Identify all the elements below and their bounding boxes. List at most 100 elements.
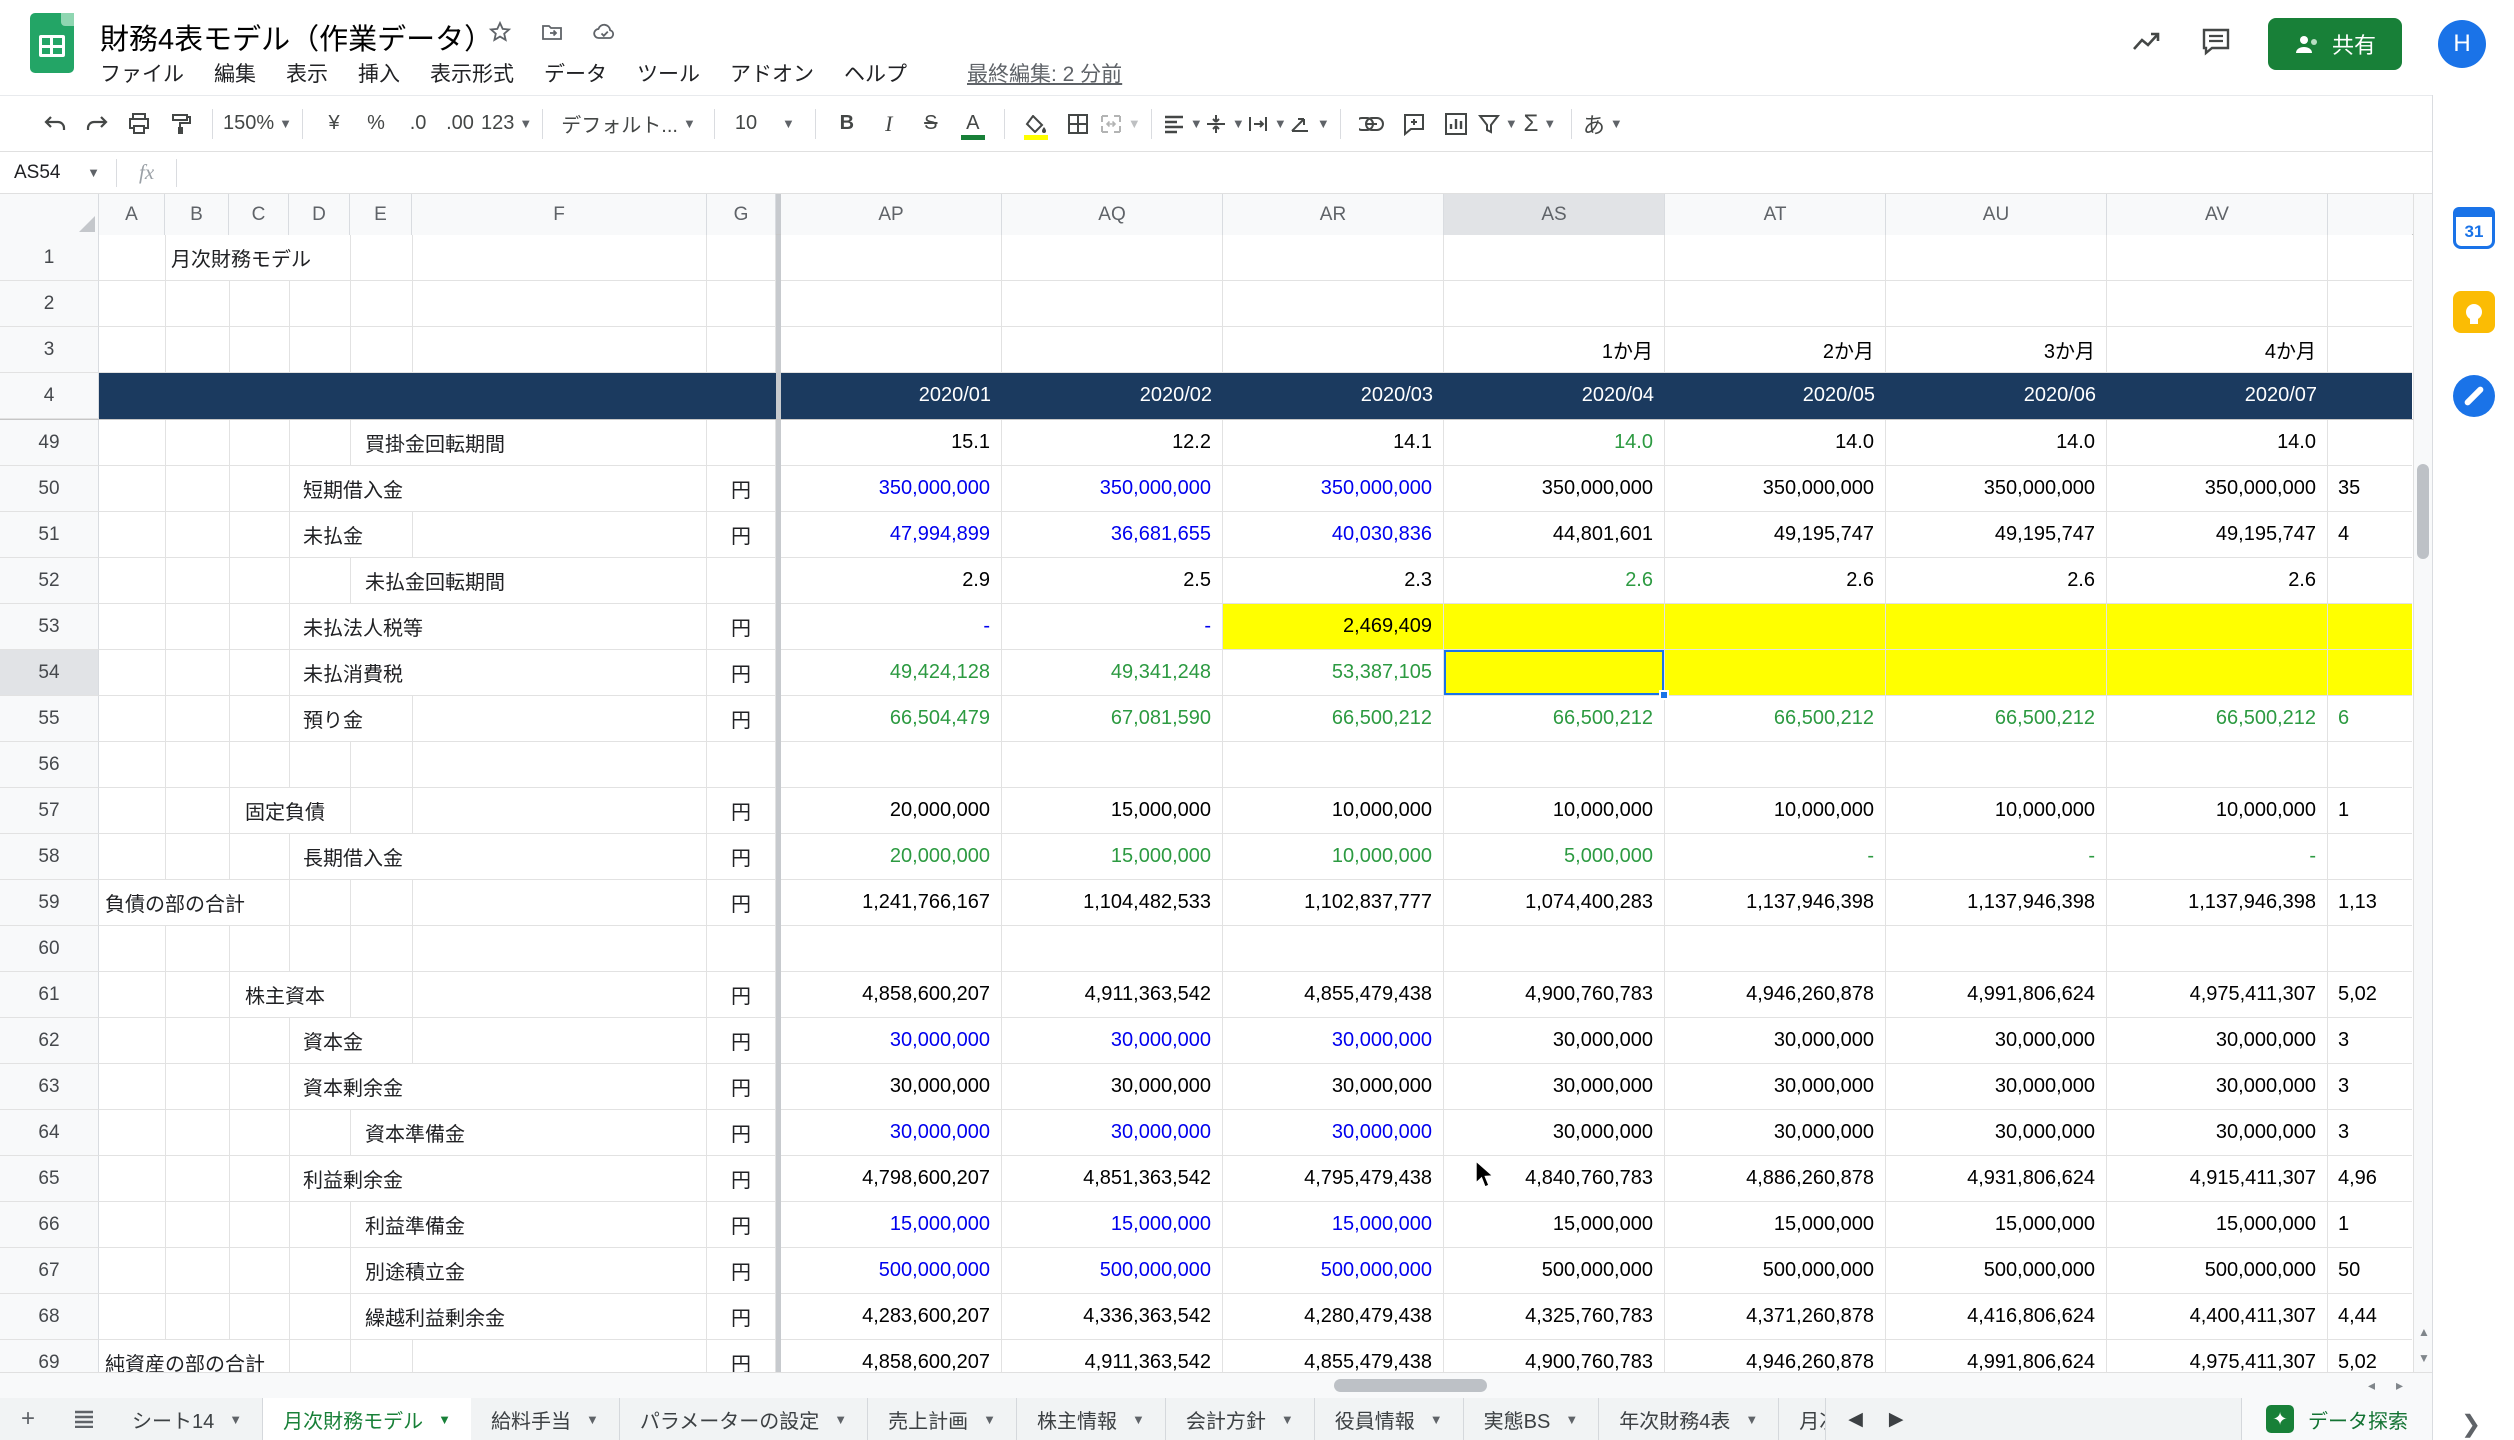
- row-header-62[interactable]: 62: [0, 1018, 99, 1064]
- all-sheets-button[interactable]: [56, 1398, 112, 1440]
- cell-AR4[interactable]: 2020/03: [1223, 373, 1444, 419]
- cell-AV60[interactable]: [2107, 926, 2328, 972]
- cell-AU62[interactable]: 30,000,000: [1886, 1018, 2107, 1064]
- cell-AW57-partial[interactable]: 1: [2328, 788, 2412, 834]
- cell-AW49-partial[interactable]: [2328, 420, 2412, 466]
- unit-cell[interactable]: [707, 420, 776, 466]
- row-label-cell[interactable]: [99, 281, 707, 327]
- cell-AV69[interactable]: 4,975,411,307: [2107, 1340, 2328, 1373]
- column-header-AT[interactable]: AT: [1665, 194, 1886, 235]
- sheet-tab-8[interactable]: 役員情報▼: [1315, 1398, 1464, 1440]
- row-header-64[interactable]: 64: [0, 1110, 99, 1156]
- cell-AP58[interactable]: 20,000,000: [781, 834, 1002, 880]
- document-title[interactable]: 財務4表モデル（作業データ）: [100, 16, 493, 58]
- cell-AW67-partial[interactable]: 50: [2328, 1248, 2412, 1294]
- sheet-tab-1[interactable]: シート14▼: [112, 1398, 263, 1440]
- cell-AV59[interactable]: 1,137,946,398: [2107, 880, 2328, 926]
- move-folder-icon[interactable]: [540, 20, 564, 49]
- cell-AS60[interactable]: [1444, 926, 1665, 972]
- cell-AV61[interactable]: 4,975,411,307: [2107, 972, 2328, 1018]
- row-label-cell[interactable]: [99, 742, 707, 788]
- column-header-E[interactable]: E: [350, 194, 412, 235]
- menu-tools[interactable]: ツール: [637, 58, 700, 88]
- cell-AS66[interactable]: 15,000,000: [1444, 1202, 1665, 1248]
- cell-AU67[interactable]: 500,000,000: [1886, 1248, 2107, 1294]
- share-button[interactable]: 共有: [2268, 18, 2402, 70]
- cell-AP51[interactable]: 47,994,899: [781, 512, 1002, 558]
- filter-button[interactable]: ▼: [1477, 103, 1519, 145]
- sheet-tab-2[interactable]: 月次財務モデル▼: [263, 1398, 471, 1440]
- cell-AU54[interactable]: [1886, 650, 2107, 696]
- keep-icon[interactable]: [2453, 291, 2495, 333]
- cell-AS58[interactable]: 5,000,000: [1444, 834, 1665, 880]
- scroll-right-icon[interactable]: ▸: [2396, 1377, 2403, 1394]
- cell-AT59[interactable]: 1,137,946,398: [1665, 880, 1886, 926]
- cell-AV67[interactable]: 500,000,000: [2107, 1248, 2328, 1294]
- cell-AR54[interactable]: 53,387,105: [1223, 650, 1444, 696]
- cell-AQ68[interactable]: 4,336,363,542: [1002, 1294, 1223, 1340]
- tab-scroll-right-icon[interactable]: ▶: [1889, 1408, 1904, 1431]
- cell-AV52[interactable]: 2.6: [2107, 558, 2328, 604]
- more-formats-button[interactable]: 123▼: [481, 103, 532, 145]
- sheet-tab-menu-icon[interactable]: ▼: [1132, 1412, 1145, 1427]
- sheet-tab-4[interactable]: パラメーターの設定▼: [620, 1398, 868, 1440]
- name-box[interactable]: AS54▼: [0, 162, 108, 184]
- row-header-68[interactable]: 68: [0, 1294, 99, 1340]
- cell-AW65-partial[interactable]: 4,96: [2328, 1156, 2412, 1202]
- cell-AQ52[interactable]: 2.5: [1002, 558, 1223, 604]
- column-header-AU[interactable]: AU: [1886, 194, 2107, 235]
- cell-AS59[interactable]: 1,074,400,283: [1444, 880, 1665, 926]
- cell-AV56[interactable]: [2107, 742, 2328, 788]
- cell-AV55[interactable]: 66,500,212: [2107, 696, 2328, 742]
- cell-AP52[interactable]: 2.9: [781, 558, 1002, 604]
- cell-AV49[interactable]: 14.0: [2107, 420, 2328, 466]
- cell-AS49[interactable]: 14.0: [1444, 420, 1665, 466]
- vertical-scrollbar[interactable]: ▲ ▼: [2413, 194, 2432, 1372]
- cell-AR55[interactable]: 66,500,212: [1223, 696, 1444, 742]
- cell-AU69[interactable]: 4,991,806,624: [1886, 1340, 2107, 1373]
- cell-AV58[interactable]: -: [2107, 834, 2328, 880]
- cell-AT58[interactable]: -: [1665, 834, 1886, 880]
- strikethrough-button[interactable]: S: [910, 103, 952, 145]
- fill-color-button[interactable]: [1015, 103, 1057, 145]
- cell-AV50[interactable]: 350,000,000: [2107, 466, 2328, 512]
- font-size-select[interactable]: 10▼: [725, 103, 805, 145]
- cell-AV66[interactable]: 15,000,000: [2107, 1202, 2328, 1248]
- cell-AU2[interactable]: [1886, 281, 2107, 327]
- cell-AS57[interactable]: 10,000,000: [1444, 788, 1665, 834]
- row-header-2[interactable]: 2: [0, 281, 99, 327]
- row-label-cell[interactable]: 資本剰余金: [99, 1064, 707, 1110]
- cell-AT2[interactable]: [1665, 281, 1886, 327]
- cell-AQ55[interactable]: 67,081,590: [1002, 696, 1223, 742]
- menu-addons[interactable]: アドオン: [730, 58, 814, 88]
- unit-cell[interactable]: [707, 373, 776, 419]
- cell-AU65[interactable]: 4,931,806,624: [1886, 1156, 2107, 1202]
- cell-AQ65[interactable]: 4,851,363,542: [1002, 1156, 1223, 1202]
- unit-cell[interactable]: 円: [707, 604, 776, 650]
- cell-AW50-partial[interactable]: 35: [2328, 466, 2412, 512]
- cell-AR68[interactable]: 4,280,479,438: [1223, 1294, 1444, 1340]
- cell-AW64-partial[interactable]: 3: [2328, 1110, 2412, 1156]
- row-label-cell[interactable]: 繰越利益剰余金: [99, 1294, 707, 1340]
- column-header-F[interactable]: F: [412, 194, 707, 235]
- cell-AV65[interactable]: 4,915,411,307: [2107, 1156, 2328, 1202]
- cell-AW59-partial[interactable]: 1,13: [2328, 880, 2412, 926]
- cell-AS64[interactable]: 30,000,000: [1444, 1110, 1665, 1156]
- cell-AT68[interactable]: 4,371,260,878: [1665, 1294, 1886, 1340]
- cell-AS3[interactable]: 1か月: [1444, 327, 1665, 373]
- add-sheet-button[interactable]: +: [0, 1398, 56, 1440]
- row-header-66[interactable]: 66: [0, 1202, 99, 1248]
- row-label-cell[interactable]: 別途積立金: [99, 1248, 707, 1294]
- cell-AT69[interactable]: 4,946,260,878: [1665, 1340, 1886, 1373]
- redo-button[interactable]: [76, 103, 118, 145]
- borders-button[interactable]: [1057, 103, 1099, 145]
- cell-AR57[interactable]: 10,000,000: [1223, 788, 1444, 834]
- tasks-icon[interactable]: [2453, 375, 2495, 417]
- cell-AV57[interactable]: 10,000,000: [2107, 788, 2328, 834]
- column-header-AV[interactable]: AV: [2107, 194, 2328, 235]
- sheet-tab-menu-icon[interactable]: ▼: [1565, 1412, 1578, 1427]
- bold-button[interactable]: B: [826, 103, 868, 145]
- row-label-cell[interactable]: [99, 327, 707, 373]
- unit-cell[interactable]: 円: [707, 1340, 776, 1373]
- cell-AR2[interactable]: [1223, 281, 1444, 327]
